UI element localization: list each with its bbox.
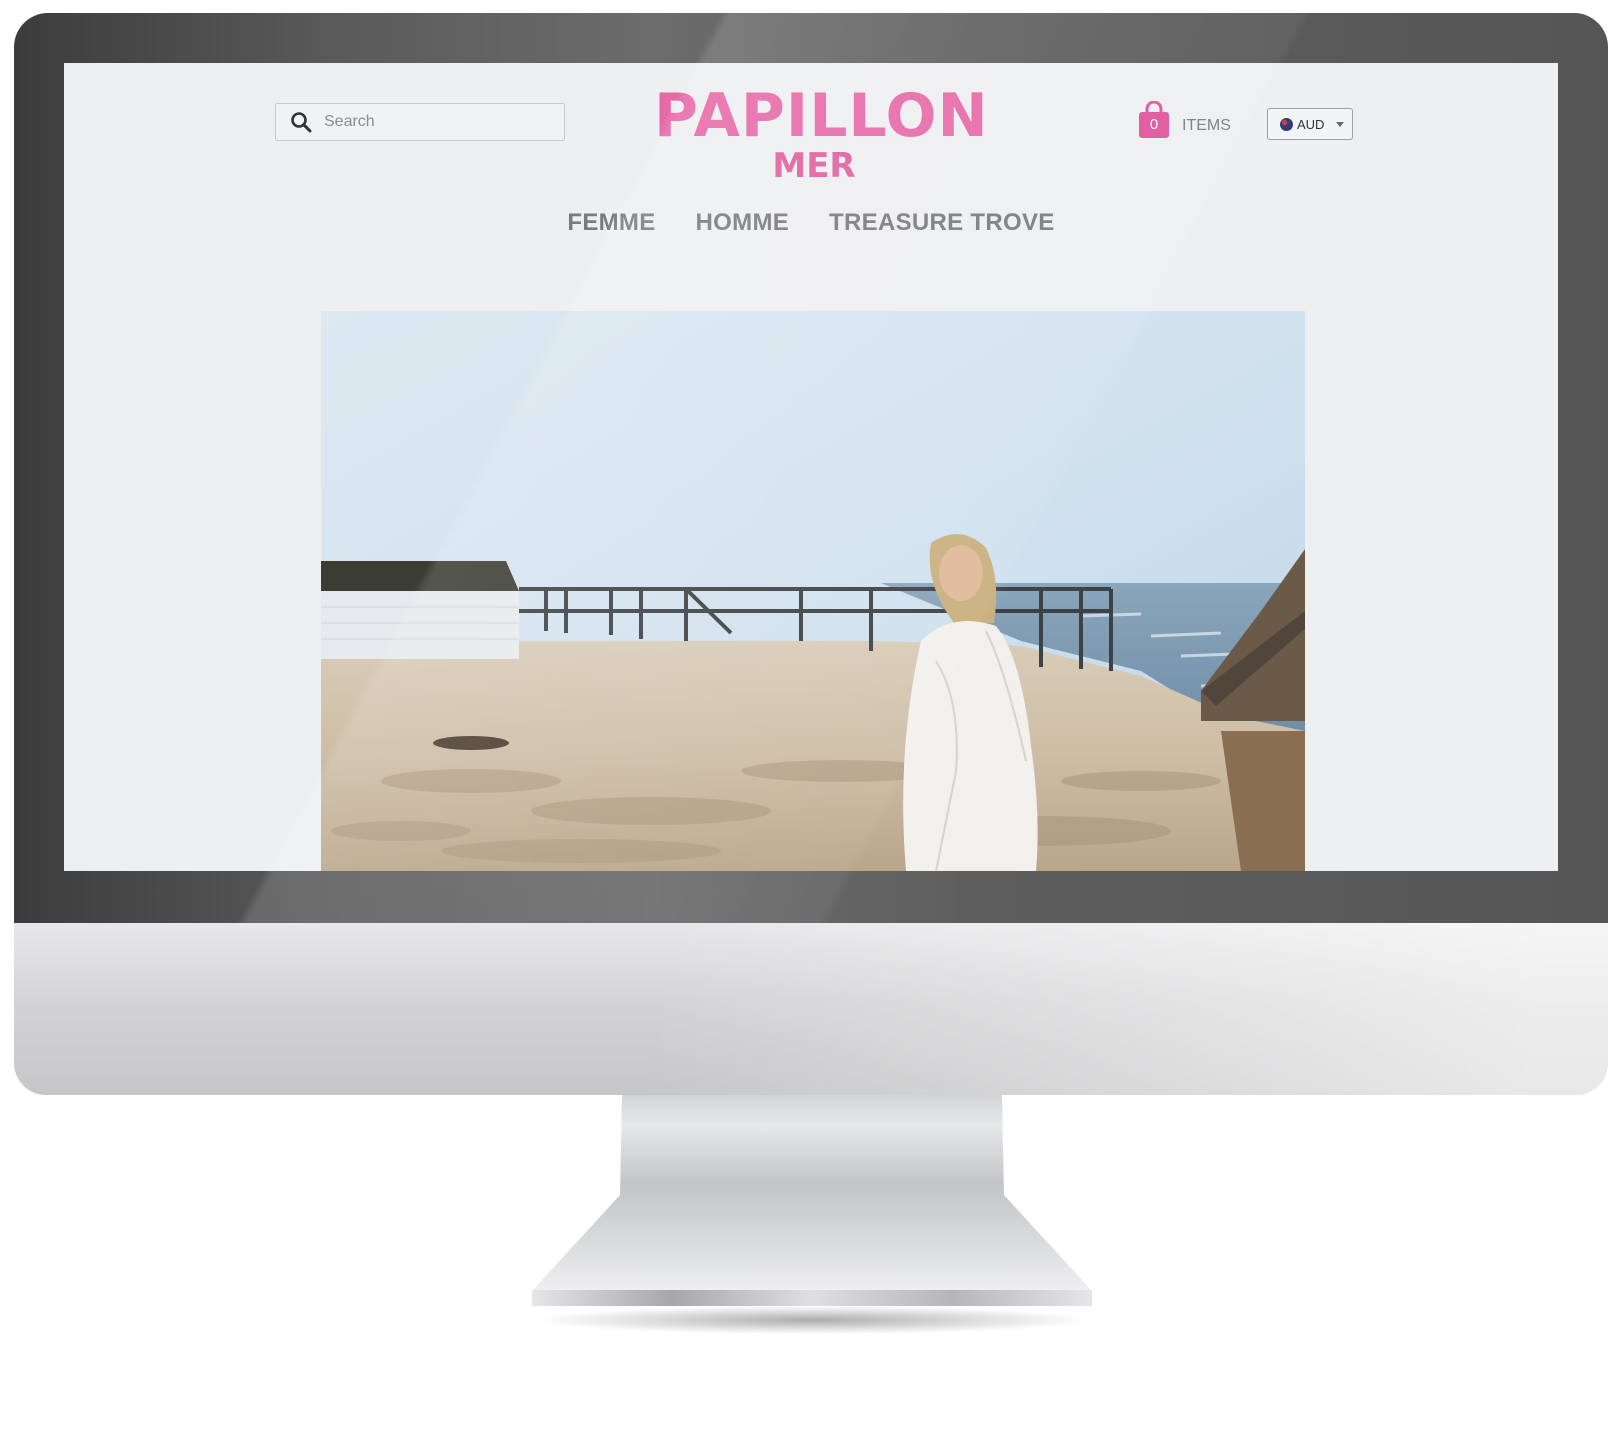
monitor-chin — [14, 923, 1608, 1095]
nav-item-homme[interactable]: HOMME — [696, 209, 790, 237]
cart-label: ITEMS — [1182, 117, 1231, 134]
monitor-shadow — [540, 1306, 1085, 1334]
website-screen: PAPILLON MER 0 ITEMS AUD FEMME HOMME TRE… — [64, 63, 1558, 871]
main-navigation: FEMME HOMME TREASURE TROVE — [64, 209, 1558, 237]
logo-main-text: PAPILLON — [654, 81, 989, 151]
caret-down-icon — [1336, 121, 1345, 127]
logo-sub-text: MER — [772, 146, 856, 186]
cart-button[interactable]: 0 ITEMS — [1138, 100, 1231, 139]
flag-icon — [1280, 117, 1293, 131]
monitor-stand-base — [532, 1290, 1092, 1306]
nav-item-femme[interactable]: FEMME — [567, 209, 655, 237]
search-icon — [291, 112, 312, 133]
hero-image — [321, 311, 1305, 871]
currency-selector[interactable]: AUD — [1267, 108, 1353, 140]
brand-logo[interactable]: PAPILLON MER — [654, 81, 989, 186]
cart-count: 0 — [1149, 116, 1159, 133]
shopping-bag-icon: 0 — [1138, 100, 1170, 139]
nav-item-treasure-trove[interactable]: TREASURE TROVE — [829, 209, 1055, 237]
search-input[interactable] — [324, 113, 544, 131]
monitor-stand — [532, 1095, 1092, 1291]
currency-value: AUD — [1297, 116, 1325, 132]
search-box[interactable] — [275, 103, 565, 141]
